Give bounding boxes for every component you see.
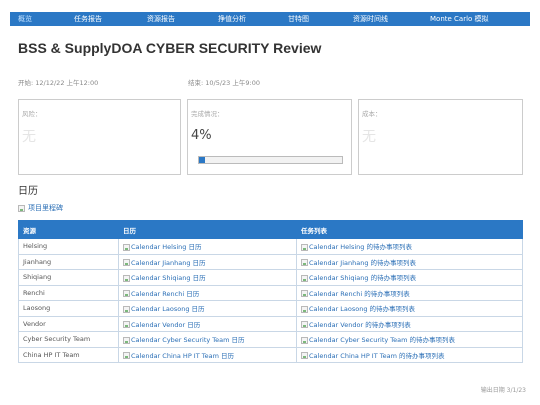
calendar-link-cell[interactable]: Calendar Renchi 日历 <box>118 284 297 301</box>
broken-image-icon <box>301 336 308 344</box>
risk-card: 风险： 无 <box>18 99 181 175</box>
task-list-link[interactable]: Calendar Helsing 的待办事项列表 <box>309 243 412 251</box>
milestone-link[interactable]: 项目里程碑 <box>18 203 63 213</box>
broken-image-icon <box>301 321 308 329</box>
top-nav: 概览 任务报告 资源报告 挣值分析 甘特图 资源时间线 Monte Carlo … <box>10 12 530 26</box>
tab-resource-timeline[interactable]: 资源时间线 <box>353 14 388 24</box>
calendar-link[interactable]: Calendar China HP IT Team 日历 <box>131 352 234 360</box>
broken-image-icon <box>301 305 308 313</box>
table-row: Jianhang Calendar Jianhang 日历 Calendar Jia… <box>18 253 523 270</box>
broken-image-icon <box>123 305 130 313</box>
completion-label: 完成情况： <box>191 110 224 118</box>
calendar-link[interactable]: Calendar Jianhang 日历 <box>131 259 206 267</box>
table-header-row: 资源 日历 任务列表 <box>18 220 523 239</box>
task-list-link[interactable]: Calendar Vendor 的待办事项列表 <box>309 321 411 329</box>
cost-label: 成本： <box>362 110 382 118</box>
risk-label: 风险： <box>22 110 42 118</box>
resource-cell: Shiqiang <box>18 269 119 286</box>
calendar-table: 资源 日历 任务列表 Helsing Calendar Helsing 日历 Cal… <box>18 220 523 363</box>
task-list-link[interactable]: Calendar Renchi 的待办事项列表 <box>309 290 410 298</box>
task-list-link[interactable]: Calendar Jianhang 的待办事项列表 <box>309 259 416 267</box>
completion-value: 4% <box>191 128 212 143</box>
calendar-link-cell[interactable]: Calendar China HP IT Team 日历 <box>118 346 297 363</box>
broken-image-icon <box>123 259 130 267</box>
broken-image-icon <box>123 352 130 360</box>
task-list-link[interactable]: Calendar China HP IT Team 的待办事项列表 <box>309 352 445 360</box>
task-list-link[interactable]: Calendar Laosong 的待办事项列表 <box>309 305 415 313</box>
broken-image-icon <box>301 259 308 267</box>
tab-gantt[interactable]: 甘特图 <box>288 14 309 24</box>
tab-task-report[interactable]: 任务报告 <box>74 14 102 24</box>
resource-cell: Cyber Security Team <box>18 331 119 348</box>
column-header-task-list: 任务列表 <box>296 220 523 239</box>
task-list-link[interactable]: Calendar Cyber Security Team 的待办事项列表 <box>309 336 455 344</box>
calendar-link-cell[interactable]: Calendar Shiqiang 日历 <box>118 269 297 286</box>
completion-progress-bar <box>198 156 343 164</box>
broken-image-icon <box>301 352 308 360</box>
resource-cell: Renchi <box>18 284 119 301</box>
task-list-link-cell[interactable]: Calendar Shiqiang 的待办事项列表 <box>296 269 523 286</box>
table-row: China HP IT Team Calendar China HP IT Tea… <box>18 346 523 363</box>
cost-card: 成本： 无 <box>358 99 523 175</box>
calendar-link[interactable]: Calendar Laosong 日历 <box>131 305 205 313</box>
calendar-link[interactable]: Calendar Shiqiang 日历 <box>131 274 206 282</box>
task-list-link-cell[interactable]: Calendar Laosong 的待办事项列表 <box>296 300 523 317</box>
column-header-calendar: 日历 <box>118 220 297 239</box>
table-row: Vendor Calendar Vendor 日历 Calendar Vendor … <box>18 315 523 332</box>
broken-image-icon <box>123 290 130 298</box>
calendar-link-cell[interactable]: Calendar Helsing 日历 <box>118 238 297 255</box>
calendar-link[interactable]: Calendar Vendor 日历 <box>131 321 200 329</box>
start-date: 开始: 12/12/22 上午12:00 <box>18 79 99 87</box>
broken-image-icon <box>123 243 130 251</box>
broken-image-icon <box>18 204 25 212</box>
export-date: 输出日期 3/1/23 <box>480 387 526 394</box>
calendar-link[interactable]: Calendar Renchi 日历 <box>131 290 199 298</box>
calendar-link-cell[interactable]: Calendar Vendor 日历 <box>118 315 297 332</box>
end-date: 结束: 10/5/23 上午9:00 <box>188 79 260 87</box>
column-header-resource: 资源 <box>18 220 119 239</box>
task-list-link-cell[interactable]: Calendar Renchi 的待办事项列表 <box>296 284 523 301</box>
resource-cell: Laosong <box>18 300 119 317</box>
table-row: Shiqiang Calendar Shiqiang 日历 Calendar Shi… <box>18 269 523 286</box>
calendar-table-body: Helsing Calendar Helsing 日历 Calendar Helsi… <box>18 238 523 363</box>
milestone-link-label: 项目里程碑 <box>28 204 63 212</box>
resource-cell: China HP IT Team <box>18 346 119 363</box>
calendar-link-cell[interactable]: Calendar Jianhang 日历 <box>118 253 297 270</box>
task-list-link-cell[interactable]: Calendar Helsing 的待办事项列表 <box>296 238 523 255</box>
broken-image-icon <box>301 274 308 282</box>
tab-resource-report[interactable]: 资源报告 <box>147 14 175 24</box>
resource-cell: Jianhang <box>18 253 119 270</box>
tab-monte-carlo[interactable]: Monte Carlo 模拟 <box>430 14 489 24</box>
tab-earned-value[interactable]: 挣值分析 <box>218 14 246 24</box>
broken-image-icon <box>301 243 308 251</box>
resource-cell: Helsing <box>18 238 119 255</box>
broken-image-icon <box>123 336 130 344</box>
cost-value: 无 <box>362 129 376 145</box>
page-title: BSS & SupplyDOA CYBER SECURITY Review <box>18 40 322 56</box>
calendar-section-title: 日历 <box>18 186 38 197</box>
calendar-link-cell[interactable]: Calendar Laosong 日历 <box>118 300 297 317</box>
broken-image-icon <box>123 274 130 282</box>
broken-image-icon <box>301 290 308 298</box>
table-row: Cyber Security Team Calendar Cyber Securi… <box>18 331 523 348</box>
resource-cell: Vendor <box>18 315 119 332</box>
task-list-link-cell[interactable]: Calendar Jianhang 的待办事项列表 <box>296 253 523 270</box>
table-row: Laosong Calendar Laosong 日历 Calendar Laoso… <box>18 300 523 317</box>
task-list-link-cell[interactable]: Calendar China HP IT Team 的待办事项列表 <box>296 346 523 363</box>
completion-card: 完成情况： 4% <box>187 99 352 175</box>
table-row: Helsing Calendar Helsing 日历 Calendar Helsi… <box>18 238 523 255</box>
task-list-link-cell[interactable]: Calendar Vendor 的待办事项列表 <box>296 315 523 332</box>
calendar-link-cell[interactable]: Calendar Cyber Security Team 日历 <box>118 331 297 348</box>
broken-image-icon <box>123 321 130 329</box>
completion-progress-fill <box>199 157 205 163</box>
table-row: Renchi Calendar Renchi 日历 Calendar Renchi … <box>18 284 523 301</box>
task-list-link-cell[interactable]: Calendar Cyber Security Team 的待办事项列表 <box>296 331 523 348</box>
calendar-link[interactable]: Calendar Cyber Security Team 日历 <box>131 336 245 344</box>
tab-overview[interactable]: 概览 <box>18 14 32 24</box>
risk-value: 无 <box>22 129 36 145</box>
calendar-link[interactable]: Calendar Helsing 日历 <box>131 243 202 251</box>
task-list-link[interactable]: Calendar Shiqiang 的待办事项列表 <box>309 274 416 282</box>
